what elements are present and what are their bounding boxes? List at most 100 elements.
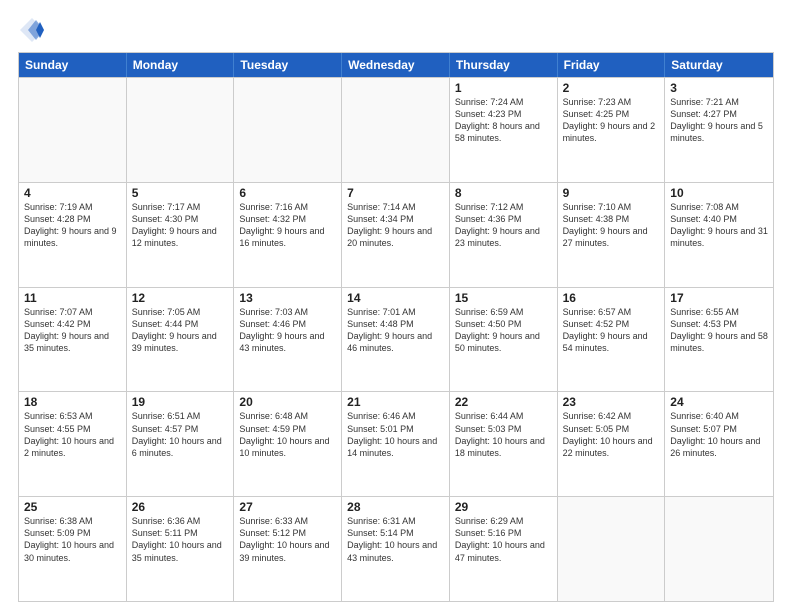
day-number: 27: [239, 500, 336, 514]
calendar-cell: 5Sunrise: 7:17 AM Sunset: 4:30 PM Daylig…: [127, 183, 235, 287]
calendar-cell: 20Sunrise: 6:48 AM Sunset: 4:59 PM Dayli…: [234, 392, 342, 496]
calendar-header-cell: Wednesday: [342, 53, 450, 77]
calendar-cell: [558, 497, 666, 601]
calendar-header-cell: Friday: [558, 53, 666, 77]
calendar-cell: 7Sunrise: 7:14 AM Sunset: 4:34 PM Daylig…: [342, 183, 450, 287]
calendar-cell: 15Sunrise: 6:59 AM Sunset: 4:50 PM Dayli…: [450, 288, 558, 392]
day-info: Sunrise: 6:48 AM Sunset: 4:59 PM Dayligh…: [239, 410, 336, 459]
calendar-cell: 4Sunrise: 7:19 AM Sunset: 4:28 PM Daylig…: [19, 183, 127, 287]
calendar-cell: 8Sunrise: 7:12 AM Sunset: 4:36 PM Daylig…: [450, 183, 558, 287]
day-info: Sunrise: 6:36 AM Sunset: 5:11 PM Dayligh…: [132, 515, 229, 564]
day-info: Sunrise: 7:17 AM Sunset: 4:30 PM Dayligh…: [132, 201, 229, 250]
day-number: 21: [347, 395, 444, 409]
calendar-header-cell: Thursday: [450, 53, 558, 77]
day-number: 13: [239, 291, 336, 305]
calendar-row: 4Sunrise: 7:19 AM Sunset: 4:28 PM Daylig…: [19, 182, 773, 287]
calendar-header-cell: Tuesday: [234, 53, 342, 77]
day-number: 20: [239, 395, 336, 409]
day-number: 15: [455, 291, 552, 305]
calendar-cell: 16Sunrise: 6:57 AM Sunset: 4:52 PM Dayli…: [558, 288, 666, 392]
calendar-cell: [127, 78, 235, 182]
calendar-cell: [342, 78, 450, 182]
day-info: Sunrise: 7:03 AM Sunset: 4:46 PM Dayligh…: [239, 306, 336, 355]
day-info: Sunrise: 6:44 AM Sunset: 5:03 PM Dayligh…: [455, 410, 552, 459]
calendar-row: 25Sunrise: 6:38 AM Sunset: 5:09 PM Dayli…: [19, 496, 773, 601]
day-info: Sunrise: 7:07 AM Sunset: 4:42 PM Dayligh…: [24, 306, 121, 355]
calendar-cell: 21Sunrise: 6:46 AM Sunset: 5:01 PM Dayli…: [342, 392, 450, 496]
calendar-cell: [234, 78, 342, 182]
calendar-cell: 22Sunrise: 6:44 AM Sunset: 5:03 PM Dayli…: [450, 392, 558, 496]
day-info: Sunrise: 7:05 AM Sunset: 4:44 PM Dayligh…: [132, 306, 229, 355]
day-number: 14: [347, 291, 444, 305]
day-number: 16: [563, 291, 660, 305]
day-info: Sunrise: 6:31 AM Sunset: 5:14 PM Dayligh…: [347, 515, 444, 564]
day-info: Sunrise: 7:10 AM Sunset: 4:38 PM Dayligh…: [563, 201, 660, 250]
header: [18, 16, 774, 44]
calendar-row: 1Sunrise: 7:24 AM Sunset: 4:23 PM Daylig…: [19, 77, 773, 182]
day-info: Sunrise: 6:38 AM Sunset: 5:09 PM Dayligh…: [24, 515, 121, 564]
calendar-header-row: SundayMondayTuesdayWednesdayThursdayFrid…: [19, 53, 773, 77]
calendar-cell: 11Sunrise: 7:07 AM Sunset: 4:42 PM Dayli…: [19, 288, 127, 392]
calendar-cell: 2Sunrise: 7:23 AM Sunset: 4:25 PM Daylig…: [558, 78, 666, 182]
calendar-cell: 13Sunrise: 7:03 AM Sunset: 4:46 PM Dayli…: [234, 288, 342, 392]
day-number: 7: [347, 186, 444, 200]
day-number: 17: [670, 291, 768, 305]
day-number: 18: [24, 395, 121, 409]
calendar-cell: 1Sunrise: 7:24 AM Sunset: 4:23 PM Daylig…: [450, 78, 558, 182]
calendar-cell: 19Sunrise: 6:51 AM Sunset: 4:57 PM Dayli…: [127, 392, 235, 496]
calendar-cell: 12Sunrise: 7:05 AM Sunset: 4:44 PM Dayli…: [127, 288, 235, 392]
day-number: 1: [455, 81, 552, 95]
day-info: Sunrise: 7:12 AM Sunset: 4:36 PM Dayligh…: [455, 201, 552, 250]
day-info: Sunrise: 6:53 AM Sunset: 4:55 PM Dayligh…: [24, 410, 121, 459]
day-number: 29: [455, 500, 552, 514]
day-number: 19: [132, 395, 229, 409]
day-number: 6: [239, 186, 336, 200]
calendar-body: 1Sunrise: 7:24 AM Sunset: 4:23 PM Daylig…: [19, 77, 773, 601]
logo-icon: [18, 16, 46, 44]
day-info: Sunrise: 7:01 AM Sunset: 4:48 PM Dayligh…: [347, 306, 444, 355]
day-info: Sunrise: 7:19 AM Sunset: 4:28 PM Dayligh…: [24, 201, 121, 250]
day-info: Sunrise: 6:29 AM Sunset: 5:16 PM Dayligh…: [455, 515, 552, 564]
day-info: Sunrise: 6:51 AM Sunset: 4:57 PM Dayligh…: [132, 410, 229, 459]
day-number: 23: [563, 395, 660, 409]
calendar-cell: 23Sunrise: 6:42 AM Sunset: 5:05 PM Dayli…: [558, 392, 666, 496]
day-number: 11: [24, 291, 121, 305]
day-info: Sunrise: 7:14 AM Sunset: 4:34 PM Dayligh…: [347, 201, 444, 250]
calendar-header-cell: Monday: [127, 53, 235, 77]
day-number: 22: [455, 395, 552, 409]
day-info: Sunrise: 7:24 AM Sunset: 4:23 PM Dayligh…: [455, 96, 552, 145]
calendar-cell: 17Sunrise: 6:55 AM Sunset: 4:53 PM Dayli…: [665, 288, 773, 392]
day-number: 8: [455, 186, 552, 200]
calendar-cell: 9Sunrise: 7:10 AM Sunset: 4:38 PM Daylig…: [558, 183, 666, 287]
day-info: Sunrise: 6:59 AM Sunset: 4:50 PM Dayligh…: [455, 306, 552, 355]
day-info: Sunrise: 6:33 AM Sunset: 5:12 PM Dayligh…: [239, 515, 336, 564]
calendar-cell: 27Sunrise: 6:33 AM Sunset: 5:12 PM Dayli…: [234, 497, 342, 601]
calendar-header-cell: Saturday: [665, 53, 773, 77]
calendar-cell: [665, 497, 773, 601]
calendar-header-cell: Sunday: [19, 53, 127, 77]
calendar-cell: 6Sunrise: 7:16 AM Sunset: 4:32 PM Daylig…: [234, 183, 342, 287]
day-info: Sunrise: 7:16 AM Sunset: 4:32 PM Dayligh…: [239, 201, 336, 250]
day-number: 2: [563, 81, 660, 95]
day-number: 4: [24, 186, 121, 200]
calendar-cell: 24Sunrise: 6:40 AM Sunset: 5:07 PM Dayli…: [665, 392, 773, 496]
day-number: 24: [670, 395, 768, 409]
calendar-cell: 29Sunrise: 6:29 AM Sunset: 5:16 PM Dayli…: [450, 497, 558, 601]
page: SundayMondayTuesdayWednesdayThursdayFrid…: [0, 0, 792, 612]
calendar-cell: [19, 78, 127, 182]
day-number: 12: [132, 291, 229, 305]
day-number: 25: [24, 500, 121, 514]
day-number: 28: [347, 500, 444, 514]
day-number: 10: [670, 186, 768, 200]
calendar-cell: 25Sunrise: 6:38 AM Sunset: 5:09 PM Dayli…: [19, 497, 127, 601]
calendar-cell: 14Sunrise: 7:01 AM Sunset: 4:48 PM Dayli…: [342, 288, 450, 392]
day-info: Sunrise: 7:23 AM Sunset: 4:25 PM Dayligh…: [563, 96, 660, 145]
day-info: Sunrise: 6:46 AM Sunset: 5:01 PM Dayligh…: [347, 410, 444, 459]
calendar-cell: 10Sunrise: 7:08 AM Sunset: 4:40 PM Dayli…: [665, 183, 773, 287]
day-info: Sunrise: 6:55 AM Sunset: 4:53 PM Dayligh…: [670, 306, 768, 355]
calendar-row: 18Sunrise: 6:53 AM Sunset: 4:55 PM Dayli…: [19, 391, 773, 496]
day-info: Sunrise: 6:40 AM Sunset: 5:07 PM Dayligh…: [670, 410, 768, 459]
day-info: Sunrise: 6:42 AM Sunset: 5:05 PM Dayligh…: [563, 410, 660, 459]
day-number: 5: [132, 186, 229, 200]
day-number: 3: [670, 81, 768, 95]
